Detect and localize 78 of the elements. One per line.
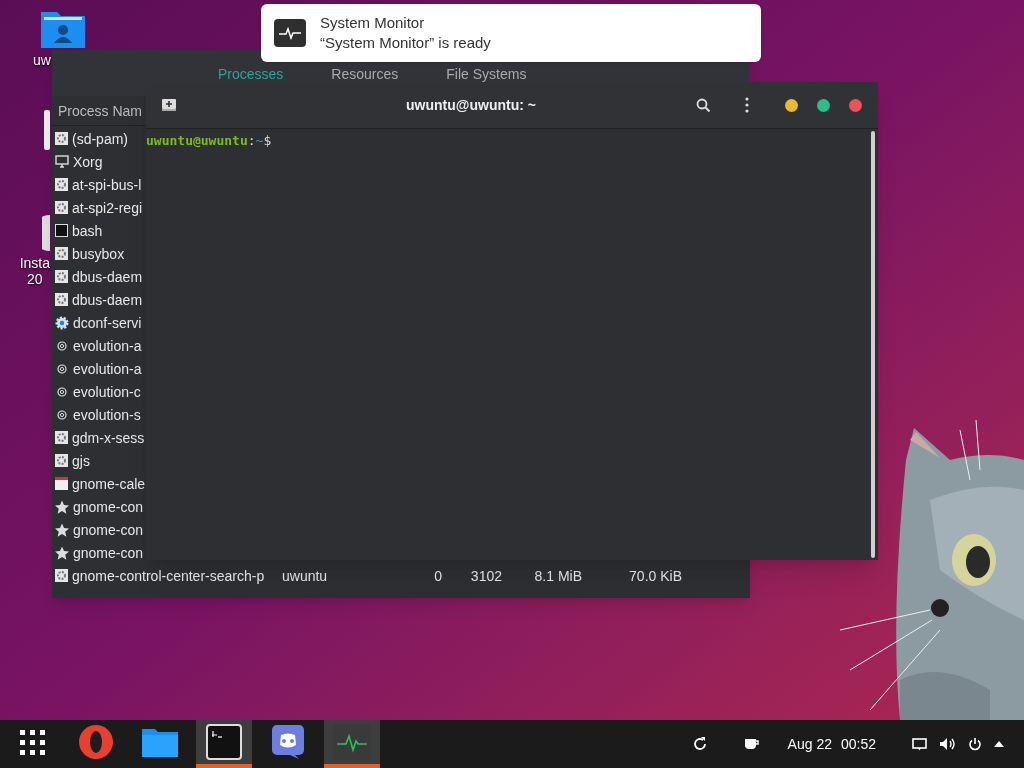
table-cell-text: 8.1 MiB bbox=[533, 566, 582, 586]
process-name: dbus-daem bbox=[72, 267, 143, 287]
date[interactable]: Aug 22 bbox=[787, 734, 832, 754]
tab[interactable]: Resources bbox=[331, 64, 399, 84]
gear-icon bbox=[55, 270, 68, 283]
scrollbar[interactable] bbox=[871, 131, 875, 558]
clock[interactable]: 00:52 bbox=[840, 734, 876, 754]
calendar-icon bbox=[55, 477, 68, 490]
table-cell-text: uwuntu bbox=[282, 566, 329, 586]
close-button[interactable] bbox=[849, 98, 862, 112]
notification-body: “System Monitor” is ready bbox=[320, 33, 491, 53]
monitor-icon bbox=[55, 155, 69, 168]
notification-toast[interactable]: System Monitor “System Monitor” is ready bbox=[261, 4, 761, 62]
process-name: gnome-cale bbox=[72, 474, 146, 494]
process-name: gnome-con bbox=[73, 543, 144, 563]
folder-icon[interactable] bbox=[142, 727, 178, 757]
process-name: evolution-a bbox=[73, 359, 142, 379]
cup-icon[interactable] bbox=[743, 737, 760, 751]
cog-icon bbox=[55, 315, 69, 330]
gear-icon bbox=[55, 431, 68, 444]
process-name: dbus-daem bbox=[72, 290, 143, 310]
process-name: gnome-con bbox=[73, 520, 144, 540]
prompt: uwuntu@uwuntu:~$ bbox=[146, 133, 272, 148]
at-sign-icon bbox=[57, 409, 67, 420]
star-icon bbox=[55, 522, 69, 537]
star-icon bbox=[55, 545, 69, 560]
refresh-icon[interactable] bbox=[691, 736, 708, 752]
gear-icon bbox=[55, 178, 68, 191]
chat-bubble-icon[interactable] bbox=[270, 724, 306, 760]
process-name: dconf-servi bbox=[73, 313, 142, 333]
volume-icon[interactable] bbox=[939, 737, 956, 751]
gear-icon bbox=[55, 132, 68, 145]
process-name: gdm-x-sess bbox=[72, 428, 145, 448]
process-name: gjs bbox=[72, 451, 90, 471]
at-sign-icon bbox=[57, 363, 67, 374]
power-icon[interactable] bbox=[968, 737, 982, 751]
process-name: evolution-a bbox=[73, 336, 142, 356]
caret-up-icon[interactable] bbox=[994, 741, 1004, 747]
process-name: evolution-s bbox=[73, 405, 141, 425]
table-cell-text: 0 bbox=[433, 566, 442, 586]
window-title: uwuntu@uwuntu: ~ bbox=[405, 96, 537, 115]
maximize-button[interactable] bbox=[817, 98, 830, 112]
process-name: evolution-c bbox=[73, 382, 141, 402]
gear-icon bbox=[55, 569, 68, 582]
process-name: busybox bbox=[72, 244, 125, 264]
terminal-icon[interactable] bbox=[206, 724, 242, 760]
gear-icon bbox=[55, 293, 68, 306]
process-name: gnome-con bbox=[73, 497, 144, 517]
minimize-button[interactable] bbox=[785, 98, 798, 112]
at-sign-icon bbox=[57, 340, 67, 351]
folder-icon[interactable] bbox=[41, 10, 85, 48]
column-header[interactable]: Process Nam bbox=[58, 100, 143, 121]
search-icon[interactable] bbox=[696, 97, 711, 113]
star-icon bbox=[55, 499, 69, 514]
table-cell-text: 3102 bbox=[469, 566, 502, 586]
process-name: (sd-pam) bbox=[72, 129, 128, 149]
process-name: at-spi-bus-l bbox=[72, 175, 142, 195]
app-grid-icon[interactable] bbox=[18, 728, 46, 756]
menu-icon[interactable] bbox=[745, 97, 749, 113]
gear-icon bbox=[55, 247, 68, 260]
gear-icon bbox=[55, 201, 68, 214]
browser-icon[interactable] bbox=[78, 724, 114, 760]
process-name: Xorg bbox=[73, 152, 103, 172]
tab[interactable]: File Systems bbox=[446, 64, 527, 84]
terminal-icon bbox=[55, 224, 68, 237]
process-name: at-spi2-regi bbox=[72, 198, 143, 218]
table-cell-text: 70.0 KiB bbox=[628, 566, 682, 586]
at-sign-icon bbox=[57, 386, 67, 397]
new-tab-icon[interactable] bbox=[162, 99, 176, 111]
process-name: gnome-control-center-search-p bbox=[72, 566, 265, 586]
activity-graph-icon bbox=[274, 19, 306, 47]
process-name: bash bbox=[72, 221, 103, 241]
gear-icon bbox=[55, 454, 68, 467]
tab[interactable]: Processes bbox=[218, 64, 284, 84]
screen-icon[interactable] bbox=[912, 737, 927, 751]
icon-label: Insta 20 bbox=[19, 255, 50, 287]
icon-label: uw bbox=[33, 52, 51, 68]
notification-title: System Monitor bbox=[320, 13, 426, 33]
